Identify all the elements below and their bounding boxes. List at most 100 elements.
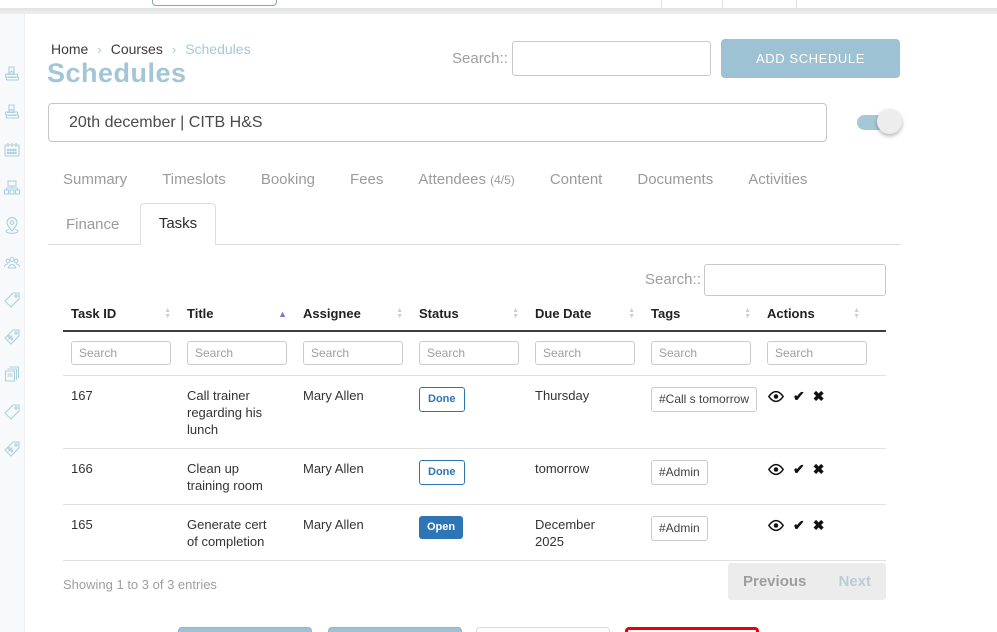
filter-title-input[interactable]	[187, 341, 287, 365]
delete-x-icon[interactable]: ✖	[813, 518, 825, 532]
courses-icon[interactable]	[3, 104, 21, 122]
status-badge: Done	[419, 460, 465, 485]
discount-tag-icon[interactable]	[3, 440, 21, 458]
tag-badge: #Admin	[651, 516, 708, 541]
top-nav-divider	[722, 0, 723, 8]
cell-due-date: tomorrow	[527, 460, 643, 494]
top-nav-divider	[796, 0, 797, 8]
table-header-row: Task ID ▲▼ Title ▲ Assignee ▲▼ Status ▲▼…	[63, 306, 886, 332]
bottom-action-button-neutral[interactable]	[476, 627, 610, 632]
tab-timeslots[interactable]: Timeslots	[162, 171, 226, 188]
top-partial-button[interactable]	[152, 0, 277, 6]
filter-task-id-input[interactable]	[71, 341, 171, 365]
column-filter-row	[63, 332, 886, 375]
tab-fees[interactable]: Fees	[350, 171, 383, 188]
bottom-action-button-danger[interactable]	[625, 627, 759, 632]
cell-due-date: Thursday	[527, 387, 643, 438]
column-header-status[interactable]: Status ▲▼	[411, 306, 527, 321]
cell-task-id: 167	[63, 387, 179, 438]
breadcrumb: Home›Courses›Schedules	[51, 41, 251, 57]
header-search-input[interactable]	[512, 41, 711, 76]
complete-check-icon[interactable]: ✔	[793, 462, 805, 476]
breadcrumb-courses[interactable]: Courses	[111, 41, 163, 57]
cell-task-id: 165	[63, 516, 179, 550]
cell-status: Done	[411, 387, 527, 438]
view-eye-icon[interactable]	[767, 519, 785, 532]
breadcrumb-schedules: Schedules	[185, 41, 250, 57]
tab-attendees[interactable]: Attendees (4/5)	[418, 171, 514, 188]
tab-booking[interactable]: Booking	[261, 171, 315, 188]
delete-x-icon[interactable]: ✖	[813, 389, 825, 403]
column-header-assignee[interactable]: Assignee ▲▼	[295, 306, 411, 321]
bottom-action-button-blue[interactable]	[178, 627, 312, 632]
complete-check-icon[interactable]: ✔	[793, 389, 805, 403]
sort-both-icon[interactable]: ▲▼	[853, 308, 860, 320]
table-search-input[interactable]	[704, 264, 886, 296]
status-badge: Open	[419, 516, 463, 539]
cell-assignee: Mary Allen	[295, 460, 411, 494]
complete-check-icon[interactable]: ✔	[793, 518, 805, 532]
table-search-label: Search::	[645, 271, 701, 288]
tag-icon[interactable]	[3, 403, 21, 421]
users-icon[interactable]	[3, 254, 21, 272]
column-header-task-id[interactable]: Task ID ▲▼	[63, 306, 179, 321]
tab-bar-row1: Summary Timeslots Booking Fees Attendees…	[63, 171, 807, 188]
tab-activities[interactable]: Activities	[748, 171, 807, 188]
table-row: 167 Call trainer regarding his lunch Mar…	[63, 375, 886, 448]
discount-tag-icon[interactable]	[3, 328, 21, 346]
view-eye-icon[interactable]	[767, 463, 785, 476]
add-schedule-button[interactable]: ADD SCHEDULE	[721, 39, 900, 78]
column-header-due-date[interactable]: Due Date ▲▼	[527, 306, 643, 321]
filter-actions-input[interactable]	[767, 341, 867, 365]
bottom-action-button-blue[interactable]	[328, 627, 462, 632]
column-header-actions[interactable]: Actions ▲▼	[759, 306, 868, 321]
courses-icon[interactable]	[3, 66, 21, 84]
schedule-active-toggle[interactable]	[857, 112, 893, 132]
cell-title: Generate cert of completion	[179, 516, 295, 550]
page-title: Schedules	[47, 58, 187, 89]
pagination: Previous Next	[728, 563, 886, 600]
documents-icon[interactable]	[3, 365, 21, 383]
header-search-label: Search::	[452, 50, 508, 67]
chevron-right-icon: ›	[97, 42, 101, 57]
tab-finance[interactable]: Finance	[66, 216, 119, 233]
sort-asc-icon[interactable]: ▲	[278, 309, 287, 319]
view-eye-icon[interactable]	[767, 390, 785, 403]
header-shadow-band	[0, 8, 997, 14]
cell-status: Done	[411, 460, 527, 494]
schedule-select[interactable]: 20th december | CITB H&S	[48, 103, 827, 142]
top-nav-divider	[661, 0, 662, 8]
sort-both-icon[interactable]: ▲▼	[164, 308, 171, 320]
column-header-title[interactable]: Title ▲	[179, 306, 295, 321]
status-badge: Done	[419, 387, 465, 412]
sort-both-icon[interactable]: ▲▼	[628, 308, 635, 320]
next-page-button[interactable]: Next	[838, 573, 871, 590]
tab-content[interactable]: Content	[550, 171, 603, 188]
sort-both-icon[interactable]: ▲▼	[744, 308, 751, 320]
breadcrumb-home[interactable]: Home	[51, 41, 88, 57]
tab-summary[interactable]: Summary	[63, 171, 127, 188]
filter-status-input[interactable]	[419, 341, 519, 365]
calendar-icon[interactable]	[3, 141, 21, 159]
filter-due-date-input[interactable]	[535, 341, 635, 365]
tab-tasks-active[interactable]: Tasks	[140, 203, 216, 245]
delete-x-icon[interactable]: ✖	[813, 462, 825, 476]
row-actions: ✔ ✖	[767, 387, 860, 403]
tasks-table: Task ID ▲▼ Title ▲ Assignee ▲▼ Status ▲▼…	[63, 306, 886, 561]
filter-assignee-input[interactable]	[303, 341, 403, 365]
row-actions: ✔ ✖	[767, 460, 860, 476]
sort-both-icon[interactable]: ▲▼	[512, 308, 519, 320]
previous-page-button[interactable]: Previous	[743, 573, 806, 590]
attendees-count: (4/5)	[490, 173, 515, 187]
cell-tags: #Call s tomorrow	[643, 387, 759, 438]
sitemap-icon[interactable]	[3, 179, 21, 197]
location-icon[interactable]	[3, 216, 21, 234]
table-info-text: Showing 1 to 3 of 3 entries	[63, 577, 217, 592]
tag-icon[interactable]	[3, 291, 21, 309]
tab-documents[interactable]: Documents	[637, 171, 713, 188]
cell-status: Open	[411, 516, 527, 550]
column-header-tags[interactable]: Tags ▲▼	[643, 306, 759, 321]
sort-both-icon[interactable]: ▲▼	[396, 308, 403, 320]
filter-tags-input[interactable]	[651, 341, 751, 365]
table-row: 166 Clean up training room Mary Allen Do…	[63, 448, 886, 504]
